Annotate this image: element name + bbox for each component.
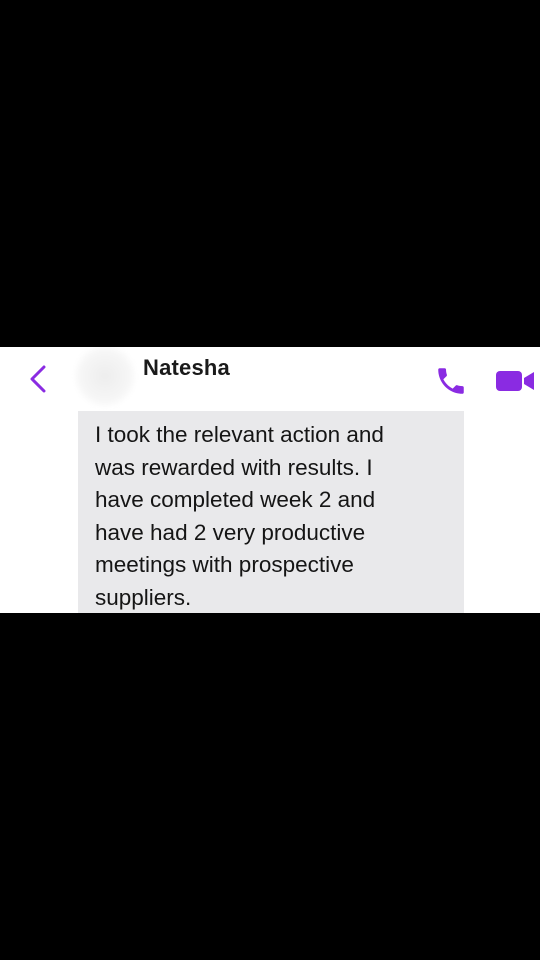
contact-name[interactable]: Natesha (143, 355, 230, 381)
call-button[interactable] (432, 363, 470, 399)
received-message-bubble[interactable]: I took the relevant action and was rewar… (78, 411, 464, 613)
video-call-button[interactable] (492, 365, 538, 397)
chat-screenshot: Natesha I took the relevant action and w… (0, 347, 540, 613)
phone-icon (438, 368, 464, 394)
chevron-left-icon (30, 365, 46, 393)
avatar[interactable] (74, 347, 136, 407)
message-text: I took the relevant action and was rewar… (95, 422, 384, 610)
back-button[interactable] (18, 361, 58, 397)
chat-header: Natesha (0, 347, 540, 409)
video-camera-icon (496, 371, 534, 391)
